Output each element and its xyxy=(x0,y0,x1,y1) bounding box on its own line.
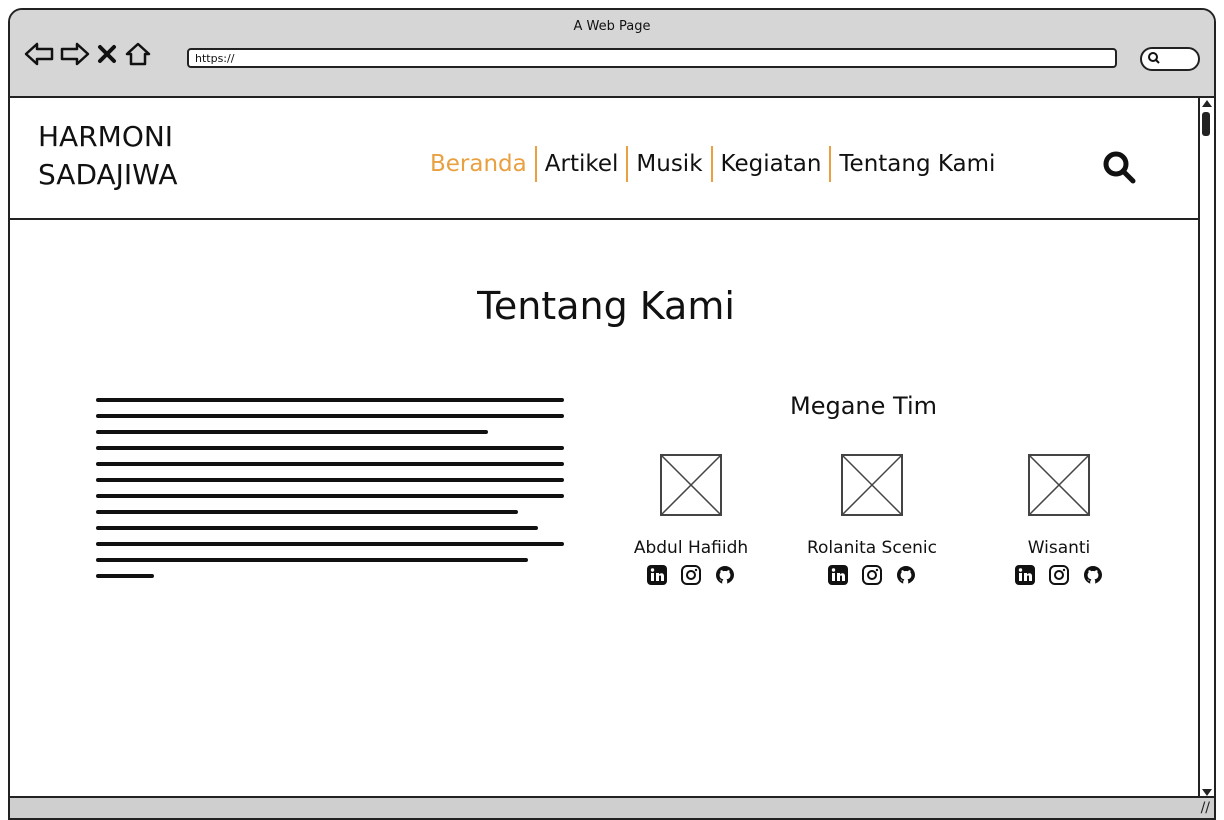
resize-grip-icon[interactable]: // xyxy=(1201,800,1210,816)
back-icon[interactable] xyxy=(24,41,54,67)
team-member-card: Rolanita Scenic xyxy=(787,454,957,590)
search-icon[interactable] xyxy=(1102,150,1136,188)
team-title: Megane Tim xyxy=(790,392,937,420)
member-socials xyxy=(974,564,1144,590)
member-name: Wisanti xyxy=(1027,538,1091,558)
linkedin-icon[interactable] xyxy=(1014,564,1036,590)
member-name: Abdul Hafiidh xyxy=(633,538,749,558)
team-member-card: Wisanti xyxy=(974,454,1144,590)
status-bar: // xyxy=(10,796,1214,818)
browser-window: A Web Page https:// HARMONI SADAJIWA Ber… xyxy=(8,8,1216,820)
member-name: Rolanita Scenic xyxy=(806,538,937,558)
main-nav: Beranda Artikel Musik Kegiatan Tentang K… xyxy=(422,146,1003,182)
scroll-down-arrow-icon[interactable] xyxy=(1202,789,1212,796)
linkedin-icon[interactable] xyxy=(646,564,668,590)
window-title: A Web Page xyxy=(573,19,651,34)
page-viewport: HARMONI SADAJIWA Beranda Artikel Musik K… xyxy=(10,98,1202,798)
instagram-icon[interactable] xyxy=(680,564,702,590)
nav-item-kegiatan[interactable]: Kegiatan xyxy=(713,151,830,177)
github-icon[interactable] xyxy=(895,564,917,590)
home-icon[interactable] xyxy=(124,41,152,67)
linkedin-icon[interactable] xyxy=(827,564,849,590)
instagram-icon[interactable] xyxy=(1048,564,1070,590)
address-bar[interactable]: https:// xyxy=(187,48,1117,68)
github-icon[interactable] xyxy=(1082,564,1104,590)
scroll-up-arrow-icon[interactable] xyxy=(1202,100,1212,107)
forward-icon[interactable] xyxy=(60,41,90,67)
member-photo-placeholder xyxy=(841,454,903,516)
nav-item-musik[interactable]: Musik xyxy=(628,151,710,177)
scroll-thumb[interactable] xyxy=(1202,112,1210,136)
team-member-card: Abdul Hafiidh xyxy=(606,454,776,590)
site-brand[interactable]: HARMONI SADAJIWA xyxy=(38,118,178,194)
browser-toolbar: A Web Page https:// xyxy=(10,10,1214,98)
stop-icon[interactable] xyxy=(96,43,118,65)
member-socials xyxy=(787,564,957,590)
nav-item-beranda[interactable]: Beranda xyxy=(422,151,535,177)
page-title: Tentang Kami xyxy=(477,284,735,328)
member-photo-placeholder xyxy=(1028,454,1090,516)
instagram-icon[interactable] xyxy=(861,564,883,590)
scribble-text-block xyxy=(96,398,564,578)
nav-item-artikel[interactable]: Artikel xyxy=(537,151,627,177)
nav-buttons xyxy=(24,38,152,70)
nav-item-tentang-kami[interactable]: Tentang Kami xyxy=(831,151,1003,177)
browser-search-field[interactable] xyxy=(1140,47,1200,71)
browser-search-icon xyxy=(1147,51,1161,68)
site-header: HARMONI SADAJIWA Beranda Artikel Musik K… xyxy=(10,98,1202,220)
member-photo-placeholder xyxy=(660,454,722,516)
github-icon[interactable] xyxy=(714,564,736,590)
member-socials xyxy=(606,564,776,590)
vertical-scrollbar[interactable] xyxy=(1198,98,1214,798)
